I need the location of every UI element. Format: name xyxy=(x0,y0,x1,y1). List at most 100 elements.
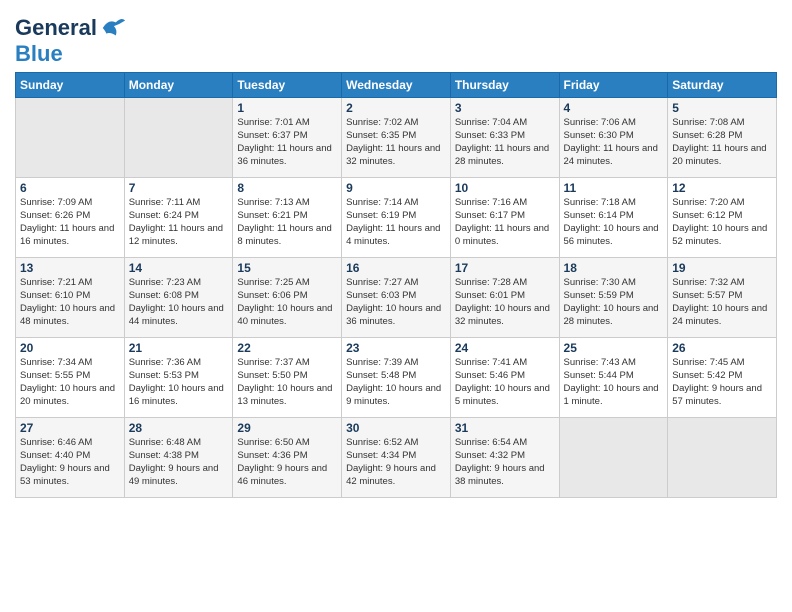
day-number: 19 xyxy=(672,261,772,275)
calendar-cell: 19 Sunrise: 7:32 AM Sunset: 5:57 PM Dayli… xyxy=(668,258,777,338)
day-header-friday: Friday xyxy=(559,73,668,98)
calendar-cell: 25 Sunrise: 7:43 AM Sunset: 5:44 PM Dayli… xyxy=(559,338,668,418)
week-row-1: 1 Sunrise: 7:01 AM Sunset: 6:37 PM Daylig… xyxy=(16,98,777,178)
day-info: Sunrise: 6:50 AM Sunset: 4:36 PM Dayligh… xyxy=(237,437,337,488)
day-number: 18 xyxy=(564,261,664,275)
day-info: Sunrise: 7:06 AM Sunset: 6:30 PM Dayligh… xyxy=(564,117,664,168)
calendar-cell: 16 Sunrise: 7:27 AM Sunset: 6:03 PM Dayli… xyxy=(342,258,451,338)
calendar-cell: 6 Sunrise: 7:09 AM Sunset: 6:26 PM Daylig… xyxy=(16,178,125,258)
calendar-cell xyxy=(559,418,668,498)
day-number: 14 xyxy=(129,261,229,275)
calendar-cell: 30 Sunrise: 6:52 AM Sunset: 4:34 PM Dayli… xyxy=(342,418,451,498)
day-info: Sunrise: 7:23 AM Sunset: 6:08 PM Dayligh… xyxy=(129,277,229,328)
day-number: 28 xyxy=(129,421,229,435)
calendar-cell: 23Sunrise: 7:39 AM Sunset: 5:48 PM Dayli… xyxy=(342,338,451,418)
day-number: 23 xyxy=(346,341,446,355)
calendar-cell: 2Sunrise: 7:02 AM Sunset: 6:35 PM Daylig… xyxy=(342,98,451,178)
logo-blue-text: Blue xyxy=(15,42,127,66)
day-number: 9 xyxy=(346,181,446,195)
day-number: 16 xyxy=(346,261,446,275)
day-number: 1 xyxy=(237,101,337,115)
day-number: 13 xyxy=(20,261,120,275)
day-info: Sunrise: 7:01 AM Sunset: 6:37 PM Dayligh… xyxy=(237,117,337,168)
day-number: 31 xyxy=(455,421,555,435)
logo-bird-icon xyxy=(99,14,127,42)
logo: General Blue xyxy=(15,14,127,66)
day-header-sunday: Sunday xyxy=(16,73,125,98)
day-info: Sunrise: 7:09 AM Sunset: 6:26 PM Dayligh… xyxy=(20,197,120,248)
day-info: Sunrise: 7:16 AM Sunset: 6:17 PM Dayligh… xyxy=(455,197,555,248)
calendar-cell: 3Sunrise: 7:04 AM Sunset: 6:33 PM Daylig… xyxy=(450,98,559,178)
week-row-4: 20 Sunrise: 7:34 AM Sunset: 5:55 PM Dayli… xyxy=(16,338,777,418)
day-number: 7 xyxy=(129,181,229,195)
day-info: Sunrise: 7:13 AM Sunset: 6:21 PM Dayligh… xyxy=(237,197,337,248)
day-info: Sunrise: 7:34 AM Sunset: 5:55 PM Dayligh… xyxy=(20,357,120,408)
calendar-cell: 28 Sunrise: 6:48 AM Sunset: 4:38 PM Dayli… xyxy=(124,418,233,498)
day-header-tuesday: Tuesday xyxy=(233,73,342,98)
day-number: 20 xyxy=(20,341,120,355)
calendar-cell: 21 Sunrise: 7:36 AM Sunset: 5:53 PM Dayli… xyxy=(124,338,233,418)
day-number: 3 xyxy=(455,101,555,115)
day-number: 25 xyxy=(564,341,664,355)
calendar-cell: 20 Sunrise: 7:34 AM Sunset: 5:55 PM Dayli… xyxy=(16,338,125,418)
calendar-cell: 18 Sunrise: 7:30 AM Sunset: 5:59 PM Dayli… xyxy=(559,258,668,338)
day-number: 29 xyxy=(237,421,337,435)
calendar-cell: 26 Sunrise: 7:45 AM Sunset: 5:42 PM Dayli… xyxy=(668,338,777,418)
calendar-cell xyxy=(124,98,233,178)
day-info: Sunrise: 7:18 AM Sunset: 6:14 PM Dayligh… xyxy=(564,197,664,248)
calendar-cell: 9 Sunrise: 7:14 AM Sunset: 6:19 PM Daylig… xyxy=(342,178,451,258)
week-row-3: 13Sunrise: 7:21 AM Sunset: 6:10 PM Dayli… xyxy=(16,258,777,338)
calendar-cell: 29 Sunrise: 6:50 AM Sunset: 4:36 PM Dayli… xyxy=(233,418,342,498)
day-number: 12 xyxy=(672,181,772,195)
page-header: General Blue xyxy=(15,10,777,66)
calendar-cell: 7 Sunrise: 7:11 AM Sunset: 6:24 PM Daylig… xyxy=(124,178,233,258)
calendar-body: 1 Sunrise: 7:01 AM Sunset: 6:37 PM Daylig… xyxy=(16,98,777,498)
day-info: Sunrise: 7:32 AM Sunset: 5:57 PM Dayligh… xyxy=(672,277,772,328)
day-number: 21 xyxy=(129,341,229,355)
calendar-cell: 31 Sunrise: 6:54 AM Sunset: 4:32 PM Dayli… xyxy=(450,418,559,498)
day-info: Sunrise: 6:54 AM Sunset: 4:32 PM Dayligh… xyxy=(455,437,555,488)
day-info: Sunrise: 7:28 AM Sunset: 6:01 PM Dayligh… xyxy=(455,277,555,328)
day-number: 22 xyxy=(237,341,337,355)
day-number: 15 xyxy=(237,261,337,275)
day-info: Sunrise: 7:14 AM Sunset: 6:19 PM Dayligh… xyxy=(346,197,446,248)
day-info: Sunrise: 6:52 AM Sunset: 4:34 PM Dayligh… xyxy=(346,437,446,488)
calendar-cell: 24Sunrise: 7:41 AM Sunset: 5:46 PM Dayli… xyxy=(450,338,559,418)
calendar-cell: 27 Sunrise: 6:46 AM Sunset: 4:40 PM Dayli… xyxy=(16,418,125,498)
calendar-cell xyxy=(16,98,125,178)
day-info: Sunrise: 7:27 AM Sunset: 6:03 PM Dayligh… xyxy=(346,277,446,328)
calendar-header-row: SundayMondayTuesdayWednesdayThursdayFrid… xyxy=(16,73,777,98)
day-info: Sunrise: 6:48 AM Sunset: 4:38 PM Dayligh… xyxy=(129,437,229,488)
calendar-table: SundayMondayTuesdayWednesdayThursdayFrid… xyxy=(15,72,777,498)
calendar-cell: 14 Sunrise: 7:23 AM Sunset: 6:08 PM Dayli… xyxy=(124,258,233,338)
calendar-cell: 10Sunrise: 7:16 AM Sunset: 6:17 PM Dayli… xyxy=(450,178,559,258)
day-number: 17 xyxy=(455,261,555,275)
day-number: 26 xyxy=(672,341,772,355)
day-number: 2 xyxy=(346,101,446,115)
week-row-5: 27 Sunrise: 6:46 AM Sunset: 4:40 PM Dayli… xyxy=(16,418,777,498)
calendar-cell: 11 Sunrise: 7:18 AM Sunset: 6:14 PM Dayli… xyxy=(559,178,668,258)
day-info: Sunrise: 7:08 AM Sunset: 6:28 PM Dayligh… xyxy=(672,117,772,168)
calendar-cell xyxy=(668,418,777,498)
calendar-cell: 12Sunrise: 7:20 AM Sunset: 6:12 PM Dayli… xyxy=(668,178,777,258)
day-header-wednesday: Wednesday xyxy=(342,73,451,98)
day-info: Sunrise: 7:30 AM Sunset: 5:59 PM Dayligh… xyxy=(564,277,664,328)
day-info: Sunrise: 7:36 AM Sunset: 5:53 PM Dayligh… xyxy=(129,357,229,408)
day-info: Sunrise: 7:11 AM Sunset: 6:24 PM Dayligh… xyxy=(129,197,229,248)
day-number: 24 xyxy=(455,341,555,355)
day-info: Sunrise: 7:45 AM Sunset: 5:42 PM Dayligh… xyxy=(672,357,772,408)
day-number: 4 xyxy=(564,101,664,115)
calendar-cell: 4 Sunrise: 7:06 AM Sunset: 6:30 PM Daylig… xyxy=(559,98,668,178)
day-number: 6 xyxy=(20,181,120,195)
calendar-cell: 15 Sunrise: 7:25 AM Sunset: 6:06 PM Dayli… xyxy=(233,258,342,338)
day-number: 27 xyxy=(20,421,120,435)
day-info: Sunrise: 6:46 AM Sunset: 4:40 PM Dayligh… xyxy=(20,437,120,488)
day-info: Sunrise: 7:43 AM Sunset: 5:44 PM Dayligh… xyxy=(564,357,664,408)
day-header-saturday: Saturday xyxy=(668,73,777,98)
day-number: 30 xyxy=(346,421,446,435)
day-info: Sunrise: 7:37 AM Sunset: 5:50 PM Dayligh… xyxy=(237,357,337,408)
day-number: 8 xyxy=(237,181,337,195)
day-info: Sunrise: 7:25 AM Sunset: 6:06 PM Dayligh… xyxy=(237,277,337,328)
day-number: 11 xyxy=(564,181,664,195)
calendar-cell: 22 Sunrise: 7:37 AM Sunset: 5:50 PM Dayli… xyxy=(233,338,342,418)
